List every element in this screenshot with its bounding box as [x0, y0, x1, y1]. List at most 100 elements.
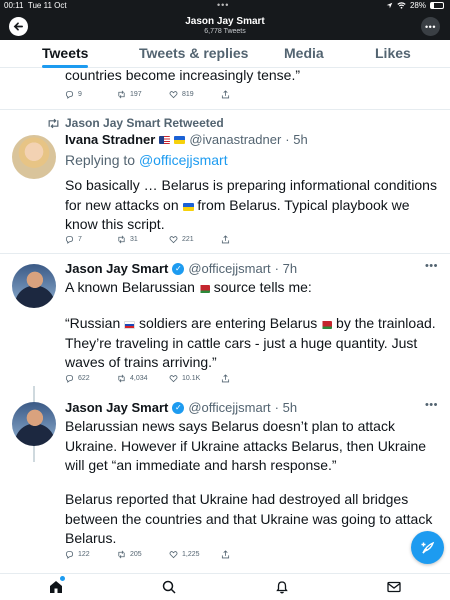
heart-icon	[169, 236, 178, 244]
tweet-count: 6,778 Tweets	[204, 28, 246, 35]
avatar[interactable]	[12, 264, 56, 308]
retweet-count: 4,034	[130, 375, 148, 382]
reply-count: 9	[78, 91, 82, 98]
reply-button[interactable]: 7	[65, 235, 117, 244]
verified-badge-icon: ✓	[172, 401, 185, 414]
more-dots-icon: •••	[425, 21, 436, 32]
tweet-quote-text: “Russian soldiers are entering Belarus b…	[65, 315, 436, 371]
reply-count: 622	[78, 375, 90, 382]
tweet-actions: 9 197 819	[65, 90, 273, 99]
location-icon	[386, 2, 393, 9]
author-name[interactable]: Jason Jay Smart	[65, 400, 168, 415]
timeline: countries become increasingly tense.” 9 …	[0, 68, 450, 573]
tab-tweets[interactable]: Tweets	[42, 45, 88, 61]
compose-tweet-button[interactable]	[411, 531, 444, 564]
heart-icon	[169, 375, 178, 383]
multitask-dots[interactable]: •••	[217, 0, 229, 10]
reply-icon	[65, 235, 74, 244]
tweet-header: Jason Jay Smart ✓ @officejjsmart · 7h	[65, 261, 297, 276]
status-right: 28%	[386, 1, 444, 10]
russia-flag-icon	[124, 321, 136, 329]
share-icon	[221, 550, 230, 559]
share-button[interactable]	[221, 90, 273, 99]
author-handle: @officejjsmart	[188, 261, 271, 276]
profile-header: Jason Jay Smart 6,778 Tweets •••	[0, 12, 450, 40]
heart-icon	[169, 91, 178, 99]
tweet-more-icon[interactable]: •••	[425, 260, 438, 272]
heart-icon	[169, 551, 178, 559]
tweet-text: So basically … Belarus is preparing info…	[65, 177, 437, 233]
retweet-icon	[118, 90, 125, 99]
share-icon	[221, 374, 230, 383]
tweet-actions: 122 205 1,225	[65, 550, 273, 559]
battery-percent: 28%	[409, 1, 426, 10]
retweet-button[interactable]: 197	[117, 90, 169, 99]
retweet-count: 197	[130, 91, 142, 98]
status-bar: 00:11 Tue 11 Oct ••• 28%	[0, 0, 450, 12]
bell-icon[interactable]	[274, 579, 290, 595]
tweet-text: countries become increasingly tense.”	[65, 68, 301, 83]
ukraine-flag-icon	[174, 135, 186, 144]
tweet-actions: 7 31 221	[65, 235, 273, 244]
retweet-icon	[48, 118, 59, 128]
retweet-icon	[118, 235, 125, 244]
reply-button[interactable]: 122	[65, 550, 117, 559]
retweet-button[interactable]: 31	[117, 235, 169, 244]
tab-tweets-replies[interactable]: Tweets & replies	[139, 45, 248, 61]
reply-icon	[65, 374, 74, 383]
author-handle: @officejjsmart	[188, 400, 271, 415]
like-button[interactable]: 1,225	[169, 550, 221, 559]
like-count: 221	[182, 236, 194, 243]
tab-media[interactable]: Media	[284, 45, 324, 61]
battery-icon	[430, 2, 444, 9]
retweet-button[interactable]: 205	[117, 550, 169, 559]
envelope-icon[interactable]	[386, 579, 402, 595]
author-name[interactable]: Jason Jay Smart	[65, 261, 168, 276]
like-button[interactable]: 10.1K	[169, 374, 221, 383]
belarus-flag-icon	[198, 285, 210, 293]
status-time-date: 00:11 Tue 11 Oct	[4, 1, 67, 10]
tweet-actions: 622 4,034 10.1K	[65, 374, 273, 383]
share-button[interactable]	[221, 550, 273, 559]
like-button[interactable]: 819	[169, 90, 221, 99]
share-button[interactable]	[221, 235, 273, 244]
retweet-context[interactable]: Jason Jay Smart Retweeted	[47, 116, 224, 130]
avatar[interactable]	[12, 135, 56, 179]
retweet-count: 31	[130, 236, 138, 243]
tweet-text: A known Belarussian source tells me:	[65, 279, 312, 295]
retweet-button[interactable]: 4,034	[117, 374, 169, 383]
tweet-divider	[0, 253, 450, 254]
like-button[interactable]: 221	[169, 235, 221, 244]
author-handle: @ivanastradner	[189, 132, 282, 147]
like-count: 10.1K	[182, 375, 201, 382]
us-flag-icon	[159, 135, 171, 144]
tweet-time: · 7h	[274, 261, 298, 276]
tweet-more-icon[interactable]: •••	[425, 399, 438, 411]
share-button[interactable]	[221, 374, 273, 383]
avatar[interactable]	[12, 402, 56, 446]
author-name[interactable]: Ivana Stradner	[65, 132, 155, 147]
compose-feather-icon	[421, 541, 434, 553]
retweet-count: 205	[130, 551, 142, 558]
search-icon[interactable]	[161, 579, 177, 595]
profile-tabs: Tweets Tweets & replies Media Likes	[0, 40, 450, 68]
share-icon	[221, 235, 230, 244]
more-button[interactable]: •••	[421, 17, 440, 36]
header-title: Jason Jay Smart 6,778 Tweets	[0, 16, 450, 35]
wifi-icon	[397, 2, 406, 9]
tweet-divider	[0, 109, 450, 110]
retweet-label: Jason Jay Smart Retweeted	[65, 116, 224, 130]
profile-name: Jason Jay Smart	[185, 16, 265, 27]
reply-button[interactable]: 9	[65, 90, 117, 99]
tab-likes[interactable]: Likes	[375, 45, 411, 61]
mention-link[interactable]: @officejjsmart	[139, 152, 228, 168]
home-icon[interactable]	[48, 579, 64, 595]
tweet-header: Ivana Stradner @ivanastradner · 5h	[65, 132, 308, 147]
retweet-icon	[118, 550, 125, 559]
reply-button[interactable]: 622	[65, 374, 117, 383]
ukraine-flag-icon	[182, 202, 194, 211]
verified-badge-icon: ✓	[172, 262, 185, 275]
tweet-text-para2: Belarus reported that Ukraine had destro…	[65, 491, 433, 547]
like-count: 819	[182, 91, 194, 98]
reply-icon	[65, 90, 74, 99]
